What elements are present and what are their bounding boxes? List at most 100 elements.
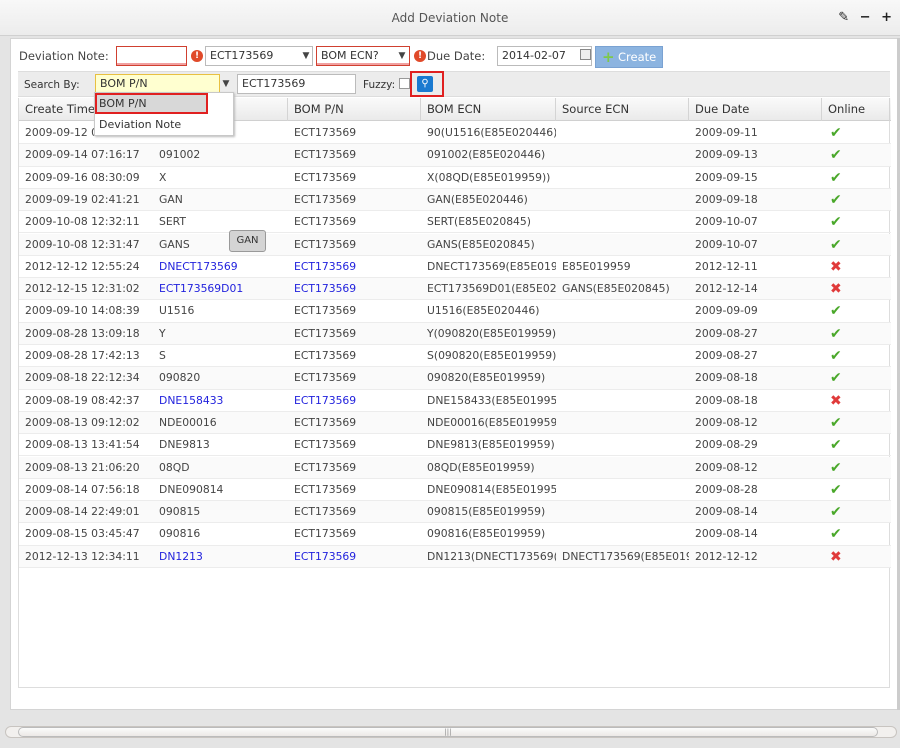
column-header[interactable]: Online xyxy=(822,98,890,121)
table-cell: 2009-08-12 xyxy=(695,415,758,429)
table-cell: 2009-09-16 08:30:09 xyxy=(25,170,140,184)
table-cell: ECT173569 xyxy=(294,326,357,340)
table-cell[interactable]: DNECT173569 xyxy=(153,256,288,278)
table-cell: 2009-10-08 12:32:11 xyxy=(25,215,140,229)
wrench-icon[interactable]: ✎ xyxy=(838,10,849,25)
table-row[interactable]: 2009-09-16 08:30:09 X ECT173569 X(08QD(E85E… xyxy=(19,167,891,189)
table-cell: S(090820(E85E019959)) xyxy=(427,349,556,362)
table-row[interactable]: 2009-08-13 21:06:20 08QD ECT173569 08QD(E85… xyxy=(19,456,891,479)
table-cell: 2009-08-28 13:09:18 xyxy=(25,326,140,340)
table-cell: ECT173569 xyxy=(294,148,357,162)
table-cell: ECT173569 xyxy=(294,126,357,139)
table-cell: 2009-09-19 02:41:21 xyxy=(25,192,140,206)
search-icon[interactable]: ⚲ xyxy=(417,76,433,92)
chevron-down-icon[interactable]: ▼ xyxy=(395,46,409,66)
due-date-input[interactable]: 2014-02-07 xyxy=(497,46,592,66)
table-row[interactable]: 2009-09-10 14:08:39 U1516 ECT173569 U1516(E… xyxy=(19,300,891,323)
table-row[interactable]: 2009-08-15 03:45:47 090816 ECT173569 090816… xyxy=(19,523,891,546)
column-header[interactable]: BOM P/N xyxy=(288,98,421,121)
plus-icon: + xyxy=(602,48,615,66)
option-bom-pn[interactable]: BOM P/N xyxy=(95,93,208,114)
table-cell[interactable]: DNE158433 xyxy=(153,390,288,412)
table-row[interactable]: 2009-08-13 09:12:02 NDE00016 ECT173569 NDE0… xyxy=(19,411,891,435)
fuzzy-label: Fuzzy: xyxy=(363,79,396,91)
table-row[interactable]: 2009-08-13 13:41:54 DNE9813 ECT173569 DNE98… xyxy=(19,434,891,457)
search-by-label: Search By: xyxy=(24,79,80,91)
search-text-input[interactable]: ECT173569 xyxy=(237,74,356,94)
table-row[interactable]: 2009-08-28 17:42:13 S ECT173569 S(090820(E8… xyxy=(19,345,891,368)
table-cell[interactable]: ECT173569 xyxy=(288,278,421,300)
table-row[interactable]: 2012-12-12 12:55:24 DNECT173569 ECT173569 D… xyxy=(19,256,891,279)
table-cell: 2012-12-13 12:34:11 xyxy=(25,549,140,563)
table-cell: ECT173569 xyxy=(294,460,357,474)
search-by-select[interactable]: BOM P/N xyxy=(95,74,220,94)
table-cell[interactable]: DN1213 xyxy=(153,546,288,568)
search-by-dropdown: BOM P/N Deviation Note xyxy=(94,92,234,136)
column-header[interactable]: Source ECN xyxy=(556,98,689,121)
table-row[interactable]: 2009-08-28 13:09:18 Y ECT173569 Y(090820(E8… xyxy=(19,322,891,345)
table-cell: ECT173569 xyxy=(294,371,357,385)
table-cell: GANS(E85E020845) xyxy=(427,237,535,251)
table-row[interactable]: 2012-12-15 12:31:02 ECT173569D01 ECT173569… xyxy=(19,278,891,301)
table-cell: 2009-08-14 xyxy=(695,505,758,519)
table-row[interactable]: 2009-08-14 22:49:01 090815 ECT173569 090815… xyxy=(19,501,891,524)
deviation-note-input[interactable] xyxy=(116,46,187,66)
table-cell: 090820 xyxy=(159,371,201,385)
online-check-icon: ✔ xyxy=(830,414,842,431)
table-row[interactable]: 2009-08-14 07:56:18 DNE090814 ECT173569 DNE… xyxy=(19,479,891,502)
table-row[interactable]: 2009-09-14 07:16:17 091002 ECT173569 091002… xyxy=(19,144,891,167)
horizontal-scrollbar[interactable]: ||| xyxy=(5,726,897,738)
table-cell: 090816 xyxy=(159,527,201,541)
bom-pn-select[interactable]: ECT173569 xyxy=(205,46,313,66)
table-cell: 2012-12-15 12:31:02 xyxy=(25,282,140,296)
column-header[interactable]: BOM ECN xyxy=(421,98,556,121)
table-cell: SERT(E85E020845) xyxy=(427,215,532,229)
table-row[interactable]: 2009-10-08 12:32:11 SERT ECT173569 SERT(E85… xyxy=(19,211,891,234)
table-cell: DNE158433(E85E019959) xyxy=(427,393,556,407)
create-button[interactable]: + Create xyxy=(595,46,663,68)
table-row[interactable]: 2009-09-19 02:41:21 GAN ECT173569 GAN(E85E0… xyxy=(19,188,891,212)
online-check-icon: ✔ xyxy=(830,303,842,320)
table-cell[interactable]: ECT173569D01 xyxy=(153,278,288,300)
table-cell: 091002(E85E020446) xyxy=(427,148,546,162)
table-cell: ECT173569 xyxy=(294,304,357,318)
fuzzy-checkbox[interactable] xyxy=(399,78,410,89)
table-cell[interactable]: ECT173569 xyxy=(288,390,421,412)
table-cell: U1516(E85E020446) xyxy=(427,304,540,318)
table-cell: ECT173569 xyxy=(294,215,357,229)
table-cell: 2009-09-18 xyxy=(695,192,758,206)
table-cell: 2009-08-14 22:49:01 xyxy=(25,505,140,519)
table-cell: ECT173569 xyxy=(294,527,357,541)
maximize-button[interactable]: + xyxy=(881,10,892,25)
table-cell: DNE9813 xyxy=(159,438,210,452)
table-cell: ECT173569 xyxy=(294,192,357,206)
table-row[interactable]: 2009-10-08 12:31:47 GANS ECT173569 GANS(E85… xyxy=(19,233,891,256)
scroll-thumb[interactable]: ||| xyxy=(18,727,878,737)
table-cell: X(08QD(E85E019959)) xyxy=(427,170,551,184)
table-cell: E85E019959 xyxy=(562,259,631,273)
column-header[interactable]: Due Date xyxy=(689,98,822,121)
table-cell: 090815(E85E019959) xyxy=(427,505,546,519)
table-cell: 2009-08-27 xyxy=(695,326,758,340)
table-cell[interactable]: ECT173569 xyxy=(288,546,421,568)
table-row[interactable]: 2009-08-18 22:12:34 090820 ECT173569 090820… xyxy=(19,367,891,390)
deviation-grid: Create Time BOM P/N BOM ECN Source ECN Due D… xyxy=(18,98,891,688)
table-cell: 2009-08-14 07:56:18 xyxy=(25,482,140,496)
online-check-icon: ✔ xyxy=(830,370,842,387)
table-cell: 2009-08-13 09:12:02 xyxy=(25,415,140,429)
table-cell: 2012-12-12 xyxy=(695,549,758,563)
chevron-down-icon[interactable]: ▼ xyxy=(219,74,233,94)
calendar-icon[interactable] xyxy=(580,49,591,60)
chevron-down-icon[interactable]: ▼ xyxy=(299,46,313,66)
table-row[interactable]: 2009-08-19 08:42:37 DNE158433 ECT173569 DNE… xyxy=(19,390,891,412)
table-row[interactable]: 2012-12-13 12:34:11 DN1213 ECT173569 DN1213… xyxy=(19,545,891,568)
table-cell: ECT173569 xyxy=(294,482,357,496)
table-cell: DNECT173569(E85E0199... xyxy=(427,259,556,273)
table-cell: ECT173569 xyxy=(294,505,357,519)
offline-x-icon: ✖ xyxy=(830,258,842,275)
minimize-button[interactable]: − xyxy=(860,10,871,25)
table-cell: 2009-09-11 xyxy=(695,126,758,139)
option-deviation-note[interactable]: Deviation Note xyxy=(95,114,233,135)
table-cell[interactable]: ECT173569 xyxy=(288,256,421,278)
window-title: Add Deviation Note xyxy=(391,11,509,25)
